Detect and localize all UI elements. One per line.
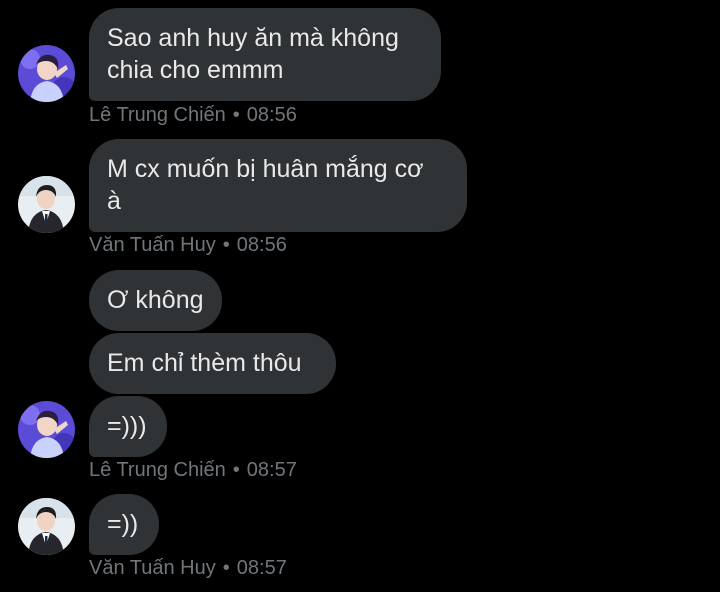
sender-name[interactable]: Văn Tuấn Huy	[89, 234, 216, 256]
meta-separator: •	[222, 557, 230, 579]
avatar-huy-photo-icon	[18, 498, 75, 555]
avatar-huy-photo-icon	[18, 176, 75, 233]
message-line: Ơ không	[107, 286, 204, 314]
message-line: Em chỉ thèm thôu	[107, 349, 302, 377]
message-bubble[interactable]: M cx muốn bị huân mắng cơ à	[89, 139, 467, 232]
message-bubble[interactable]: Em chỉ thèm thôu	[89, 333, 336, 394]
message-time: 08:57	[246, 459, 297, 481]
sender-name[interactable]: Lê Trung Chiến	[89, 104, 226, 126]
meta-separator: •	[222, 234, 230, 256]
sender-name[interactable]: Văn Tuấn Huy	[89, 557, 216, 579]
message-bubble[interactable]: Ơ không	[89, 270, 222, 331]
message-line: M cx muốn bị huân mắng cơ	[107, 155, 424, 183]
message-meta: Văn Tuấn Huy • 08:56	[89, 233, 287, 257]
meta-separator: •	[232, 459, 240, 481]
message-bubble[interactable]: Sao anh huy ăn mà không chia cho emmm	[89, 8, 441, 101]
message-line: =))	[107, 510, 139, 538]
message-line: à	[107, 187, 121, 215]
message-line: Sao anh huy ăn mà không	[107, 24, 399, 52]
meta-separator: •	[232, 104, 240, 126]
message-time: 08:57	[236, 557, 287, 579]
avatar-huy[interactable]	[18, 498, 75, 555]
message-line: =)))	[107, 412, 147, 440]
message-meta: Văn Tuấn Huy • 08:57	[89, 556, 287, 580]
message-time: 08:56	[246, 104, 297, 126]
avatar-chien-photo-icon	[18, 45, 75, 102]
message-meta: Lê Trung Chiến • 08:57	[89, 458, 297, 482]
avatar-huy[interactable]	[18, 176, 75, 233]
message-time: 08:56	[236, 234, 287, 256]
avatar-chien-photo-icon	[18, 401, 75, 458]
message-bubble[interactable]: =)))	[89, 396, 167, 457]
avatar-chien[interactable]	[18, 45, 75, 102]
sender-name[interactable]: Lê Trung Chiến	[89, 459, 226, 481]
message-line: chia cho emmm	[107, 56, 284, 84]
avatar-chien[interactable]	[18, 401, 75, 458]
message-meta: Lê Trung Chiến • 08:56	[89, 103, 297, 127]
message-bubble[interactable]: =))	[89, 494, 159, 555]
dm-conversation: Sao anh huy ăn mà không chia cho emmm Lê…	[0, 0, 720, 592]
